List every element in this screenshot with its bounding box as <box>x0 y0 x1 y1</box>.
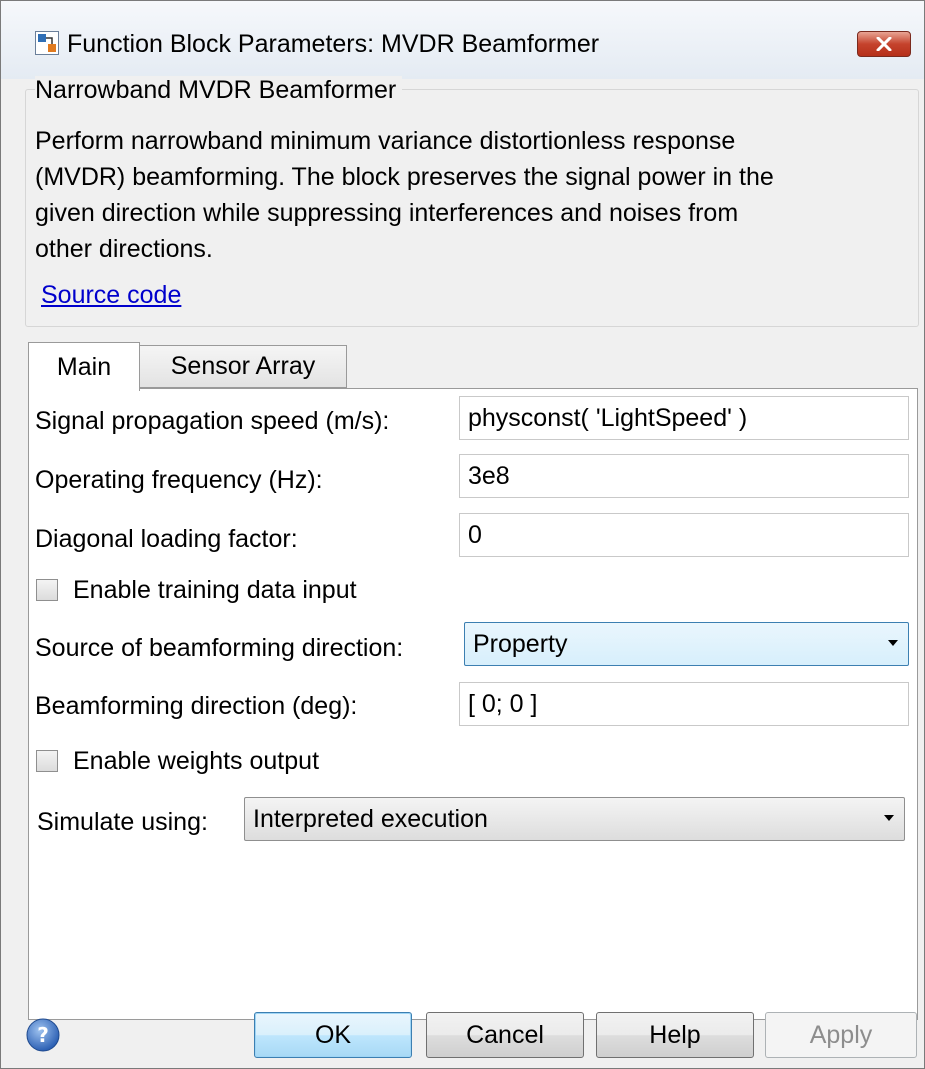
operating-frequency-label: Operating frequency (Hz): <box>35 466 323 494</box>
operating-frequency-field[interactable]: 3e8 <box>459 454 909 498</box>
propagation-speed-label: Signal propagation speed (m/s): <box>35 407 390 435</box>
chevron-down-icon <box>888 640 898 646</box>
beamforming-direction-field[interactable]: [ 0; 0 ] <box>459 682 909 726</box>
diagonal-loading-label: Diagonal loading factor: <box>35 525 298 553</box>
block-description: Perform narrowband minimum variance dist… <box>35 123 905 267</box>
svg-text:?: ? <box>37 1023 49 1047</box>
help-button[interactable]: Help <box>596 1012 754 1058</box>
tab-sensor-array[interactable]: Sensor Array <box>139 345 347 388</box>
simulate-using-label: Simulate using: <box>37 808 208 836</box>
simulate-using-value: Interpreted execution <box>253 804 488 833</box>
cancel-button[interactable]: Cancel <box>426 1012 584 1058</box>
tab-main[interactable]: Main <box>28 342 140 391</box>
description-line: Perform narrowband minimum variance dist… <box>35 127 736 155</box>
close-button[interactable] <box>857 31 911 57</box>
help-icon[interactable]: ? <box>25 1017 61 1053</box>
enable-weights-label[interactable]: Enable weights output <box>73 747 319 776</box>
chevron-down-icon <box>884 815 894 821</box>
source-direction-label: Source of beamforming direction: <box>35 634 404 662</box>
source-direction-value: Property <box>473 629 568 658</box>
enable-training-label[interactable]: Enable training data input <box>73 576 357 605</box>
description-line: given direction while suppressing interf… <box>35 199 739 227</box>
close-icon <box>876 37 892 51</box>
source-code-link[interactable]: Source code <box>41 281 181 310</box>
enable-weights-checkbox[interactable] <box>36 750 58 772</box>
description-line: (MVDR) beamforming. The block preserves … <box>35 163 774 191</box>
beamforming-direction-label: Beamforming direction (deg): <box>35 692 358 720</box>
source-direction-dropdown[interactable]: Property <box>464 622 909 666</box>
dialog-window: Function Block Parameters: MVDR Beamform… <box>0 0 925 1069</box>
apply-button[interactable]: Apply <box>765 1012 917 1058</box>
propagation-speed-field[interactable]: physconst( 'LightSpeed' ) <box>459 396 909 440</box>
diagonal-loading-field[interactable]: 0 <box>459 513 909 557</box>
group-title: Narrowband MVDR Beamformer <box>35 76 403 105</box>
description-line: other directions. <box>35 235 213 263</box>
window-title: Function Block Parameters: MVDR Beamform… <box>67 30 600 58</box>
ok-button[interactable]: OK <box>254 1012 412 1058</box>
simulink-block-icon <box>35 31 59 55</box>
title-bar[interactable]: Function Block Parameters: MVDR Beamform… <box>1 1 924 79</box>
simulate-using-dropdown[interactable]: Interpreted execution <box>244 797 905 841</box>
enable-training-checkbox[interactable] <box>36 579 58 601</box>
